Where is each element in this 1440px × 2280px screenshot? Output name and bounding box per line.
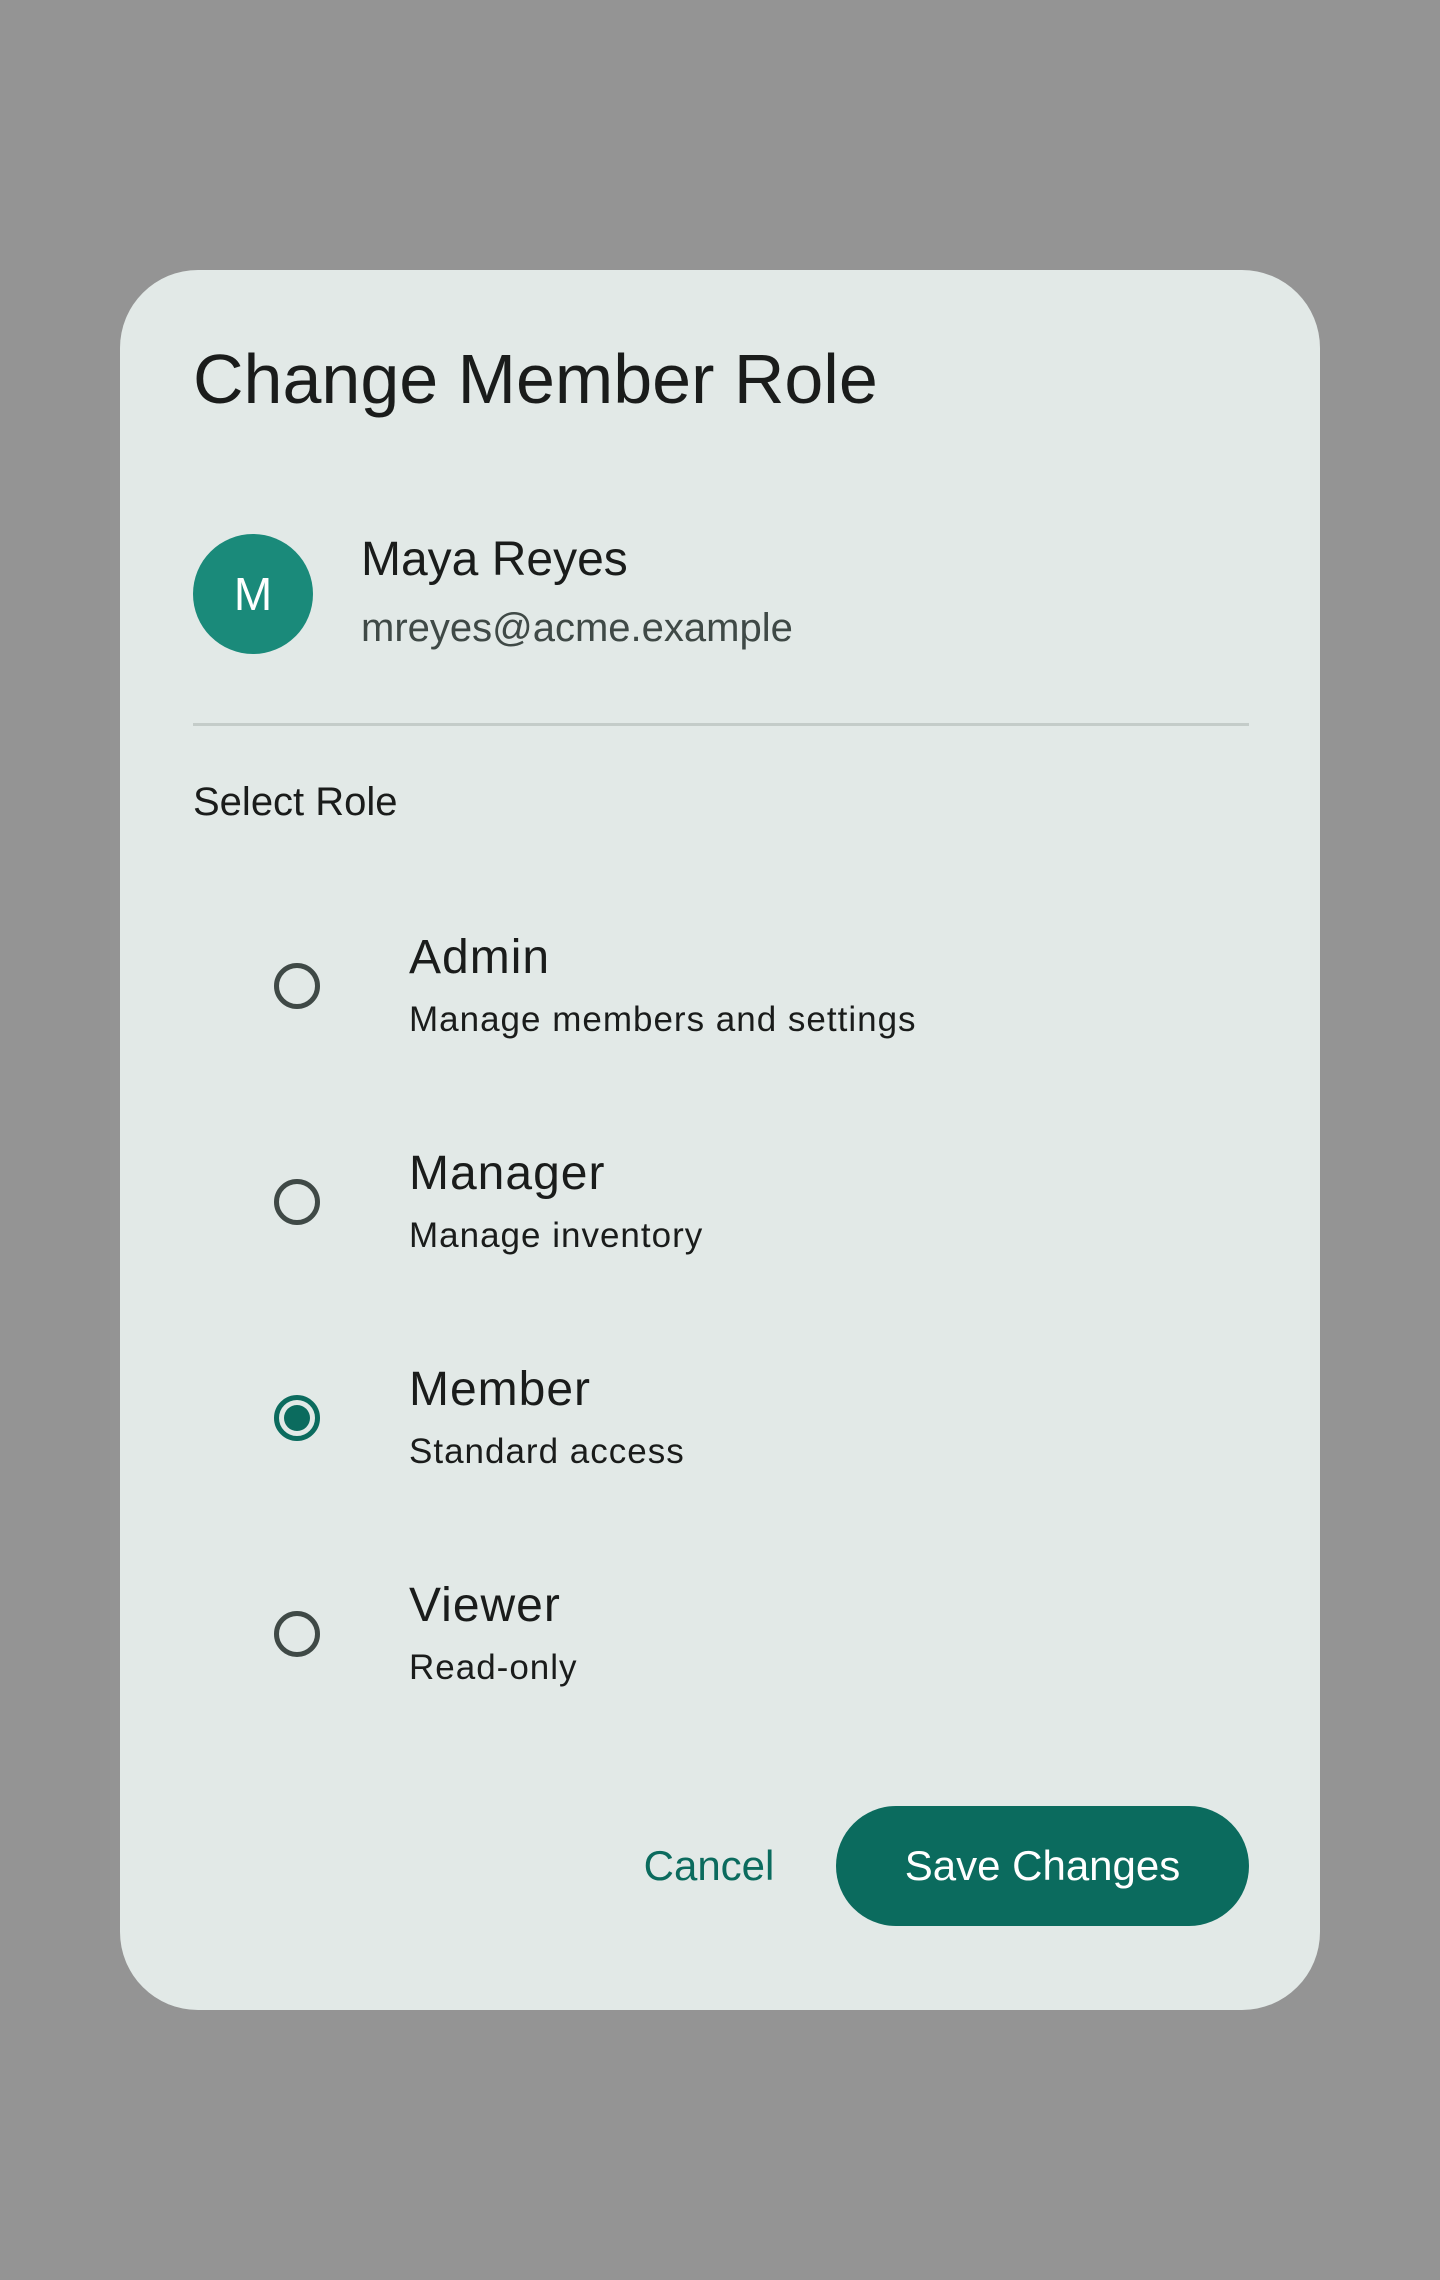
radio-button-manager[interactable]: [274, 1179, 320, 1225]
role-description: Standard access: [409, 1432, 685, 1471]
dialog-title: Change Member Role: [193, 340, 878, 418]
role-description: Manage members and settings: [409, 1000, 917, 1039]
role-option-admin[interactable]: Admin Manage members and settings: [193, 896, 1249, 1076]
cancel-button[interactable]: Cancel: [618, 1806, 800, 1926]
member-name: Maya Reyes: [361, 533, 628, 586]
radio-button-member[interactable]: [274, 1395, 320, 1441]
role-option-manager[interactable]: Manager Manage inventory: [193, 1112, 1249, 1292]
role-description: Read-only: [409, 1648, 578, 1687]
role-description: Manage inventory: [409, 1216, 704, 1255]
role-option-member[interactable]: Member Standard access: [193, 1328, 1249, 1508]
select-role-label: Select Role: [193, 780, 398, 824]
role-title: Viewer: [409, 1579, 561, 1632]
role-title: Member: [409, 1363, 592, 1416]
radio-selected-dot: [284, 1405, 310, 1431]
role-title: Manager: [409, 1147, 606, 1200]
radio-button-admin[interactable]: [274, 963, 320, 1009]
radio-button-viewer[interactable]: [274, 1611, 320, 1657]
change-role-dialog: Change Member Role M Maya Reyes mreyes@a…: [120, 270, 1320, 2010]
save-changes-button[interactable]: Save Changes: [836, 1806, 1249, 1926]
divider: [193, 723, 1249, 726]
avatar: M: [193, 534, 313, 654]
member-email: mreyes@acme.example: [361, 606, 793, 650]
role-title: Admin: [409, 931, 551, 984]
role-option-viewer[interactable]: Viewer Read-only: [193, 1544, 1249, 1724]
